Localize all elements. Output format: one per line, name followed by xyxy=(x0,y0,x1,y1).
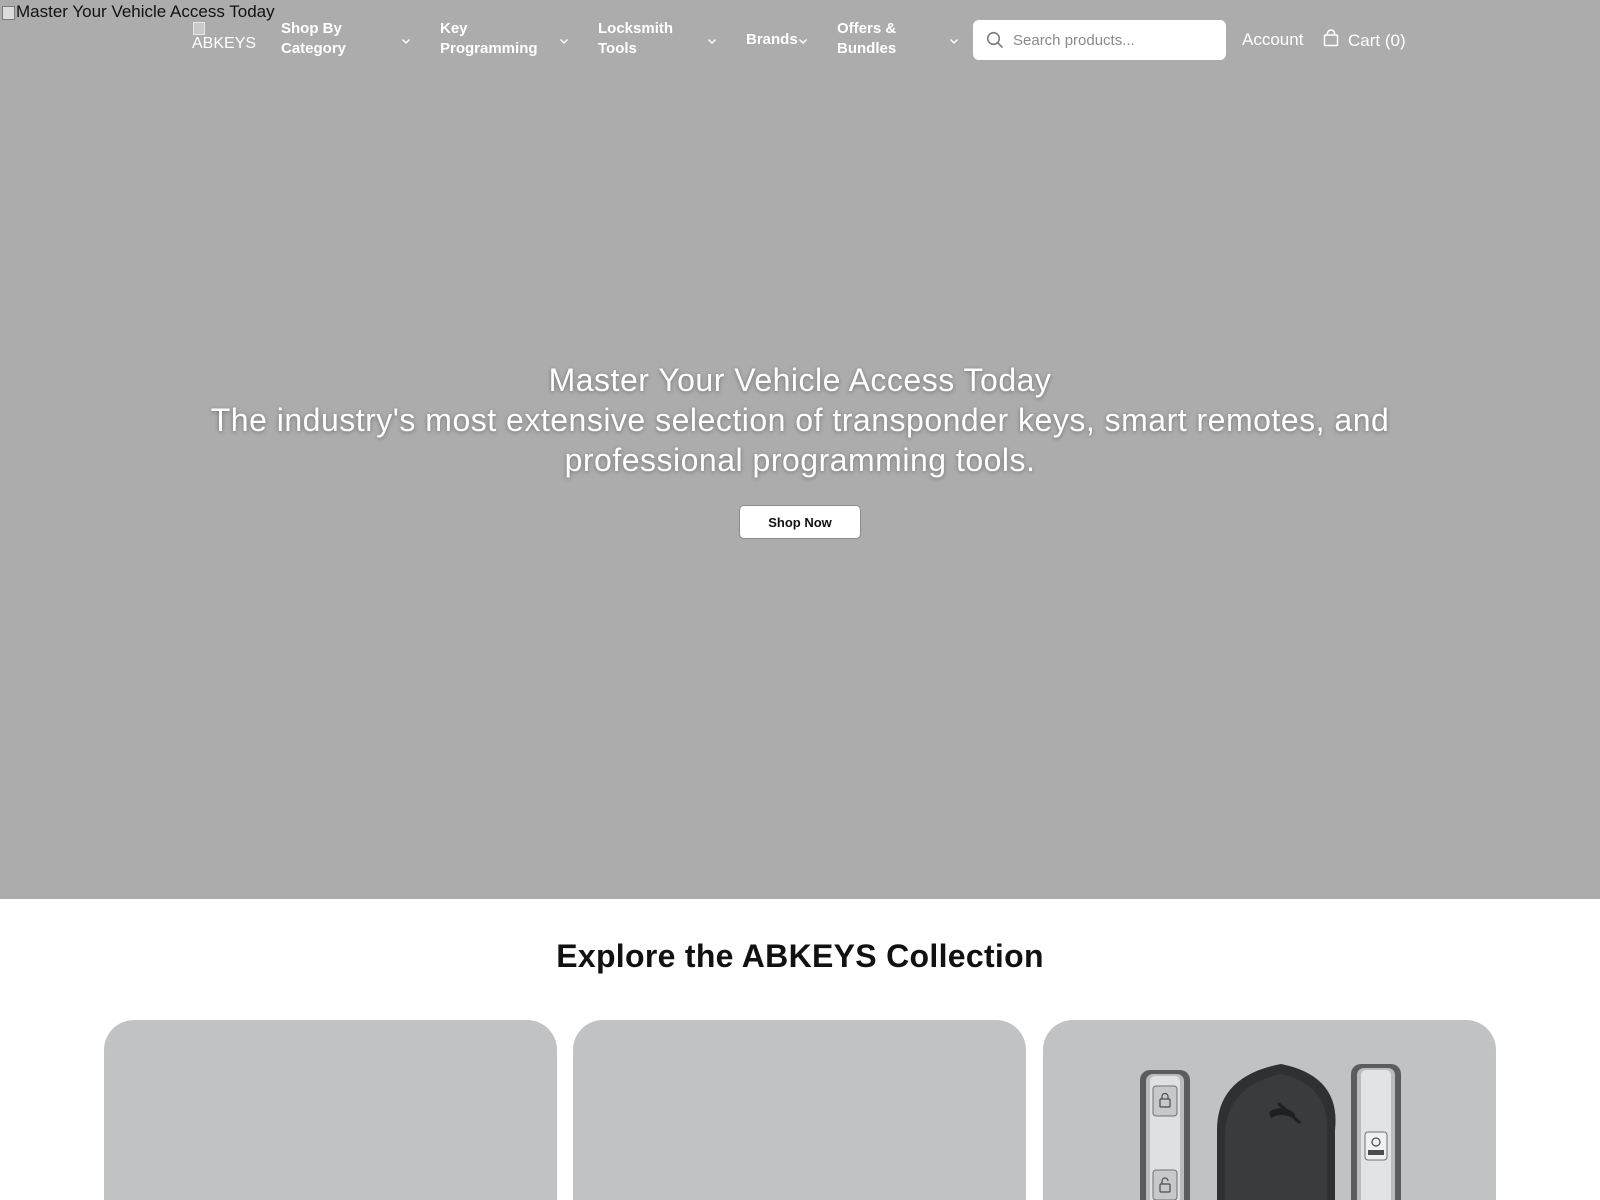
nav-label-line2: Bundles xyxy=(837,40,897,57)
nav-label-line2: Programming xyxy=(440,40,538,57)
search-box xyxy=(973,20,1226,60)
chevron-down-icon[interactable] xyxy=(558,35,570,47)
cart-link[interactable]: Cart (0) xyxy=(1323,29,1406,52)
nav-brands[interactable]: Brands xyxy=(746,30,798,50)
collection-card[interactable] xyxy=(1043,1020,1496,1200)
logo[interactable]: ABKEYS xyxy=(192,21,264,61)
nav-offers-bundles[interactable]: Offers & Bundles xyxy=(837,19,896,59)
chevron-down-icon[interactable] xyxy=(948,35,960,47)
nav-label-line1: Offers & xyxy=(837,20,897,37)
nav-shop-by-category[interactable]: Shop By Category xyxy=(281,19,346,59)
hero-subtitle-line1: The industry's most extensive selection … xyxy=(210,402,1390,438)
hero-title: Master Your Vehicle Access Today xyxy=(548,362,1052,398)
nav-label-line2: Category xyxy=(281,40,347,57)
bag-icon xyxy=(1323,29,1339,52)
nav-label-line1: Locksmith xyxy=(598,20,674,37)
shop-now-button[interactable]: Shop Now xyxy=(739,505,861,539)
key-fobs-image xyxy=(1140,1064,1401,1200)
nav-label-line1: Shop By xyxy=(281,20,342,37)
nav-locksmith-tools[interactable]: Locksmith Tools xyxy=(598,19,673,59)
chevron-down-icon[interactable] xyxy=(400,35,412,47)
hero-banner: Master Your Vehicle Access Today ABKEYS … xyxy=(0,0,1600,899)
chevron-down-icon[interactable] xyxy=(797,35,809,47)
cart-label: Cart (0) xyxy=(1348,30,1406,50)
nav-label-line2: Tools xyxy=(598,40,637,57)
search-input[interactable] xyxy=(1013,20,1218,60)
chevron-down-icon[interactable] xyxy=(706,35,718,47)
search-icon[interactable] xyxy=(986,31,1004,49)
nav-label-line1: Key xyxy=(440,20,468,37)
site-header: ABKEYS Shop By Category Key Programming … xyxy=(0,0,1600,80)
broken-image-icon xyxy=(192,21,206,35)
account-link[interactable]: Account xyxy=(1242,30,1303,50)
logo-alt-text: ABKEYS xyxy=(192,35,257,52)
collection-card[interactable] xyxy=(573,1020,1026,1200)
collection-title: Explore the ABKEYS Collection xyxy=(556,938,1044,974)
nav-key-programming[interactable]: Key Programming xyxy=(440,19,538,59)
nav-label: Brands xyxy=(746,31,798,48)
hero-subtitle-line2: professional programming tools. xyxy=(564,442,1036,478)
collection-card[interactable] xyxy=(104,1020,557,1200)
hero-text-block: Master Your Vehicle Access Today The ind… xyxy=(160,360,1440,480)
